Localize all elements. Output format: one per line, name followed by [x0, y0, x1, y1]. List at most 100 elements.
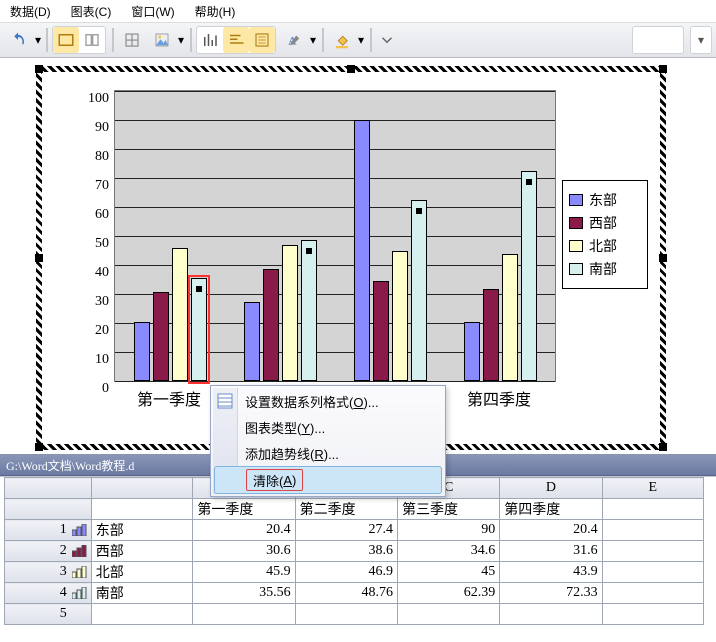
resize-handle[interactable]	[347, 65, 355, 73]
sheet-name-col[interactable]	[91, 478, 193, 499]
legend[interactable]: 东部 西部 北部 南部	[562, 180, 648, 289]
cell[interactable]: 30.6	[193, 541, 295, 562]
ctx-add-trendline[interactable]: 添加趋势线(R)... 添加趋势线(R)...	[213, 440, 443, 466]
resize-handle[interactable]	[659, 254, 667, 262]
cell[interactable]: 20.4	[500, 520, 602, 541]
resize-handle[interactable]	[35, 65, 43, 73]
resize-handle[interactable]	[35, 443, 43, 451]
text-tool-button[interactable]: A	[280, 26, 308, 54]
plot-area[interactable]: 0102030405060708090100	[114, 90, 556, 382]
bar-西部[interactable]	[263, 269, 279, 381]
sheet-corner[interactable]	[5, 478, 92, 499]
cell[interactable]	[602, 604, 703, 625]
ctx-format-series[interactable]: 设置数据系列格式(O)... 设置数据系列格式(O)...	[213, 388, 443, 414]
bar-南部[interactable]	[191, 278, 207, 381]
row-header-blank[interactable]	[5, 499, 92, 520]
cell[interactable]: 20.4	[193, 520, 295, 541]
chart-bar-button[interactable]	[223, 27, 249, 53]
cell[interactable]: 34.6	[397, 541, 499, 562]
category-header[interactable]: 第一季度	[193, 499, 295, 520]
resize-handle[interactable]	[659, 443, 667, 451]
chart-list-button[interactable]	[249, 27, 275, 53]
menu-chart[interactable]: 图表(C)	[67, 1, 116, 22]
cell[interactable]: 72.33	[500, 583, 602, 604]
bar-西部[interactable]	[373, 281, 389, 381]
bar-东部[interactable]	[244, 302, 260, 381]
resize-handle[interactable]	[659, 65, 667, 73]
menu-help[interactable]: 帮助(H)	[191, 1, 240, 22]
cell[interactable]: 45	[397, 562, 499, 583]
cell[interactable]	[602, 562, 703, 583]
row-header[interactable]: 4	[5, 583, 92, 604]
row-header[interactable]: 3	[5, 562, 92, 583]
cell[interactable]: 31.6	[500, 541, 602, 562]
more-button[interactable]	[376, 26, 398, 54]
category-header[interactable]: 第四季度	[500, 499, 602, 520]
cell[interactable]: 90	[397, 520, 499, 541]
cell[interactable]	[602, 541, 703, 562]
row-label[interactable]: 东部	[91, 520, 193, 541]
bar-南部[interactable]	[301, 240, 317, 381]
legend-item-south[interactable]: 南部	[569, 259, 641, 279]
cell[interactable]: 62.39	[397, 583, 499, 604]
ctx-chart-type[interactable]: 图表类型(Y)... 图表类型(Y)...	[213, 414, 443, 440]
styles-button[interactable]	[148, 26, 176, 54]
legend-item-north[interactable]: 北部	[569, 236, 641, 256]
cell[interactable]	[193, 604, 295, 625]
cell[interactable]	[602, 520, 703, 541]
dropdown-arrow-icon[interactable]: ▾	[34, 27, 42, 53]
bar-南部[interactable]	[521, 171, 537, 381]
datasheet-grid[interactable]: ABCDE第一季度第二季度第三季度第四季度1东部20.427.49020.42西…	[4, 477, 704, 625]
cell[interactable]: 45.9	[193, 562, 295, 583]
dropdown-arrow-icon[interactable]: ▾	[310, 33, 318, 47]
row-label[interactable]: 北部	[91, 562, 193, 583]
bar-东部[interactable]	[464, 322, 480, 381]
undo-button[interactable]	[4, 26, 32, 54]
col-header-D[interactable]: D	[500, 478, 602, 499]
cell[interactable]	[602, 583, 703, 604]
col-header-E[interactable]: E	[602, 478, 703, 499]
zoom-box[interactable]	[632, 26, 684, 54]
cell[interactable]: 43.9	[500, 562, 602, 583]
cell[interactable]: 46.9	[295, 562, 397, 583]
zoom-dropdown[interactable]: ▾	[690, 26, 712, 54]
bar-东部[interactable]	[354, 120, 370, 381]
category-header[interactable]	[91, 499, 193, 520]
cell[interactable]	[500, 604, 602, 625]
cell[interactable]: 35.56	[193, 583, 295, 604]
bar-东部[interactable]	[134, 322, 150, 381]
chart-col-button[interactable]	[197, 27, 223, 53]
category-header[interactable]: 第二季度	[295, 499, 397, 520]
cell[interactable]: 48.76	[295, 583, 397, 604]
dropdown-arrow-icon[interactable]: ▾	[178, 33, 186, 47]
menu-window[interactable]: 窗口(W)	[127, 1, 178, 22]
ctx-clear[interactable]: 清除(A) 清除(A)	[214, 466, 442, 494]
chart-canvas[interactable]: 0102030405060708090100 第一季度第二季度第三季度第四季度 …	[0, 58, 716, 454]
legend-item-east[interactable]: 东部	[569, 190, 641, 210]
row-header[interactable]: 1	[5, 520, 92, 541]
row-label[interactable]: 西部	[91, 541, 193, 562]
cell[interactable]	[397, 604, 499, 625]
row-label[interactable]: 南部	[91, 583, 193, 604]
menu-data[interactable]: 数据(D)	[6, 1, 55, 22]
view-page-button[interactable]	[79, 27, 105, 53]
cell[interactable]: 27.4	[295, 520, 397, 541]
row-label[interactable]	[91, 604, 193, 625]
resize-handle[interactable]	[35, 254, 43, 262]
bar-北部[interactable]	[392, 251, 408, 382]
bar-北部[interactable]	[282, 245, 298, 381]
bar-北部[interactable]	[502, 254, 518, 381]
bar-西部[interactable]	[153, 292, 169, 381]
cell[interactable]: 38.6	[295, 541, 397, 562]
bar-北部[interactable]	[172, 248, 188, 381]
row-header[interactable]: 5	[5, 604, 92, 625]
legend-item-west[interactable]: 西部	[569, 213, 641, 233]
cell[interactable]	[295, 604, 397, 625]
view-normal-button[interactable]	[53, 27, 79, 53]
fill-color-button[interactable]	[328, 26, 356, 54]
bar-西部[interactable]	[483, 289, 499, 381]
bar-南部[interactable]	[411, 200, 427, 381]
grid-button[interactable]	[118, 26, 146, 54]
category-header[interactable]: 第三季度	[397, 499, 499, 520]
datasheet[interactable]: ABCDE第一季度第二季度第三季度第四季度1东部20.427.49020.42西…	[0, 476, 716, 625]
